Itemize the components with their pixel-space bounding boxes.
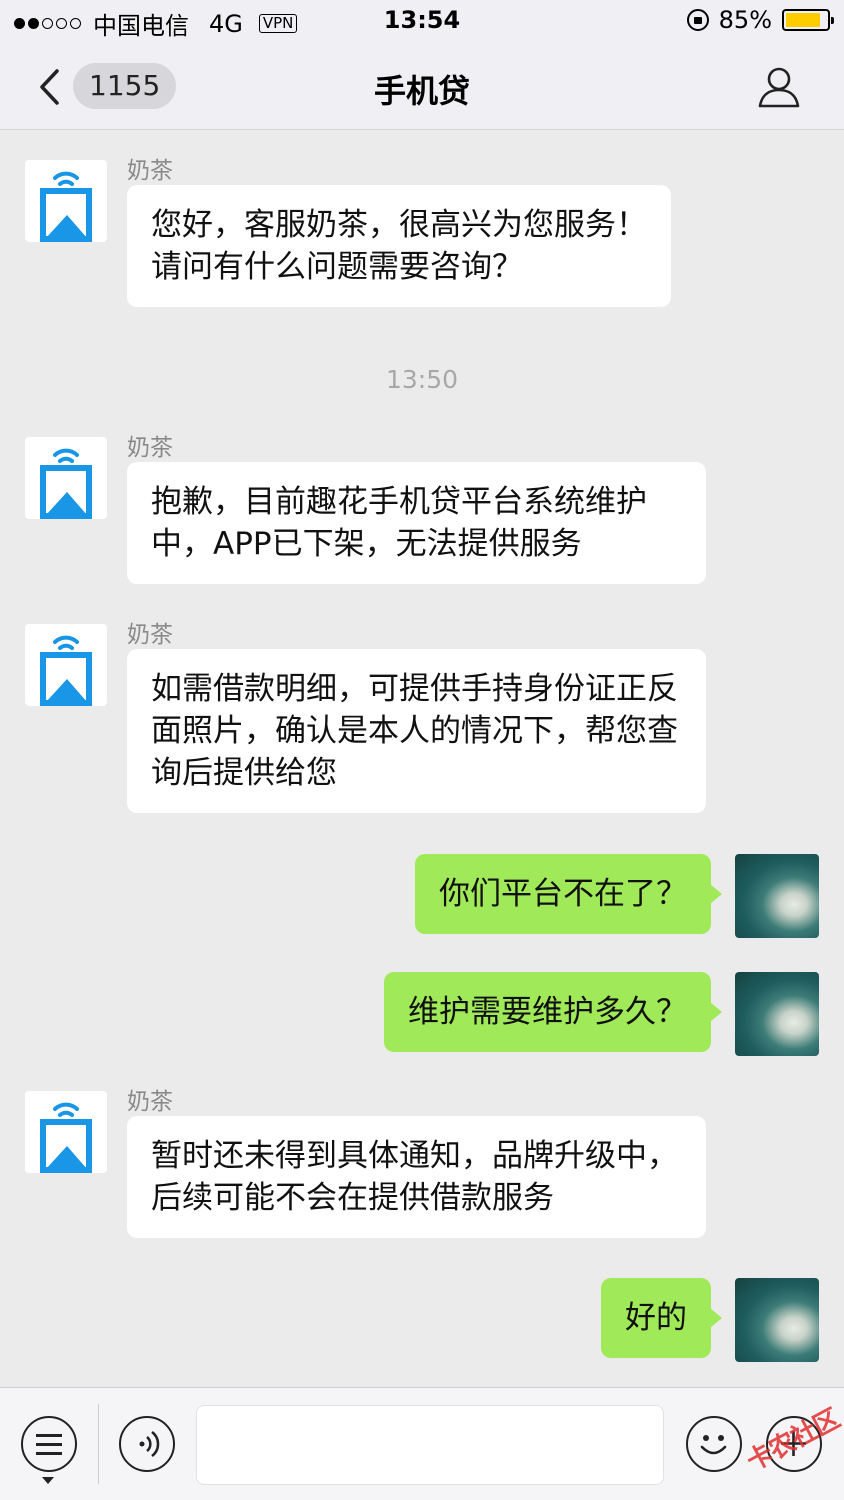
menu-caret-icon — [42, 1477, 54, 1484]
user-avatar[interactable] — [735, 1278, 819, 1362]
user-avatar[interactable] — [735, 854, 819, 938]
received-message-bubble[interactable]: 暂时还未得到具体通知，品牌升级中，后续可能不会在提供借款服务 — [127, 1116, 706, 1238]
battery-fill — [786, 13, 820, 27]
chat-timestamp: 13:50 — [385, 365, 459, 394]
received-message-bubble[interactable]: 如需借款明细，可提供手持身份证正反面照片，确认是本人的情况下，帮您查询后提供给您 — [127, 649, 706, 813]
sent-message-bubble[interactable]: 你们平台不在了？ — [415, 854, 722, 934]
agent-avatar[interactable] — [25, 437, 107, 519]
agent-avatar[interactable] — [25, 1091, 107, 1173]
message-input[interactable] — [196, 1405, 664, 1485]
sender-name: 奶茶 — [127, 1089, 173, 1115]
status-right: 85% — [686, 6, 834, 34]
divider — [98, 1404, 99, 1484]
app-logo-icon — [40, 448, 92, 519]
app-logo-icon — [40, 635, 92, 706]
battery-percent: 85% — [718, 6, 772, 34]
agent-avatar[interactable] — [25, 160, 107, 242]
sender-name: 奶茶 — [127, 435, 173, 461]
person-icon[interactable] — [758, 66, 800, 108]
page-title: 手机贷 — [373, 72, 470, 110]
app-logo-icon — [40, 171, 92, 242]
navigation-bar: 1155 手机贷 — [0, 42, 844, 130]
list-menu-icon[interactable] — [21, 1416, 77, 1472]
app-logo-icon — [40, 1102, 92, 1173]
rotation-lock-icon — [686, 9, 709, 31]
chat-message-list[interactable]: 奶茶 您好，客服奶茶，很高兴为您服务！请问有什么问题需要咨询？ 13:50 奶茶 抱歉，… — [0, 131, 844, 1387]
voice-icon[interactable] — [119, 1416, 175, 1472]
smiley-icon[interactable] — [686, 1416, 742, 1472]
sent-message-bubble[interactable]: 维护需要维护多久？ — [384, 972, 722, 1052]
user-avatar[interactable] — [735, 972, 819, 1056]
battery-icon — [782, 9, 834, 31]
agent-avatar[interactable] — [25, 624, 107, 706]
sender-name: 奶茶 — [127, 158, 173, 184]
sender-name: 奶茶 — [127, 622, 173, 648]
received-message-bubble[interactable]: 您好，客服奶茶，很高兴为您服务！请问有什么问题需要咨询？ — [127, 185, 671, 307]
received-message-bubble[interactable]: 抱歉，目前趣花手机贷平台系统维护中，APP已下架，无法提供服务 — [127, 462, 706, 584]
sent-message-bubble[interactable]: 好的 — [601, 1278, 722, 1358]
input-bar — [0, 1387, 844, 1500]
status-bar: 中国电信 4G VPN 13:54 85% — [0, 0, 844, 42]
